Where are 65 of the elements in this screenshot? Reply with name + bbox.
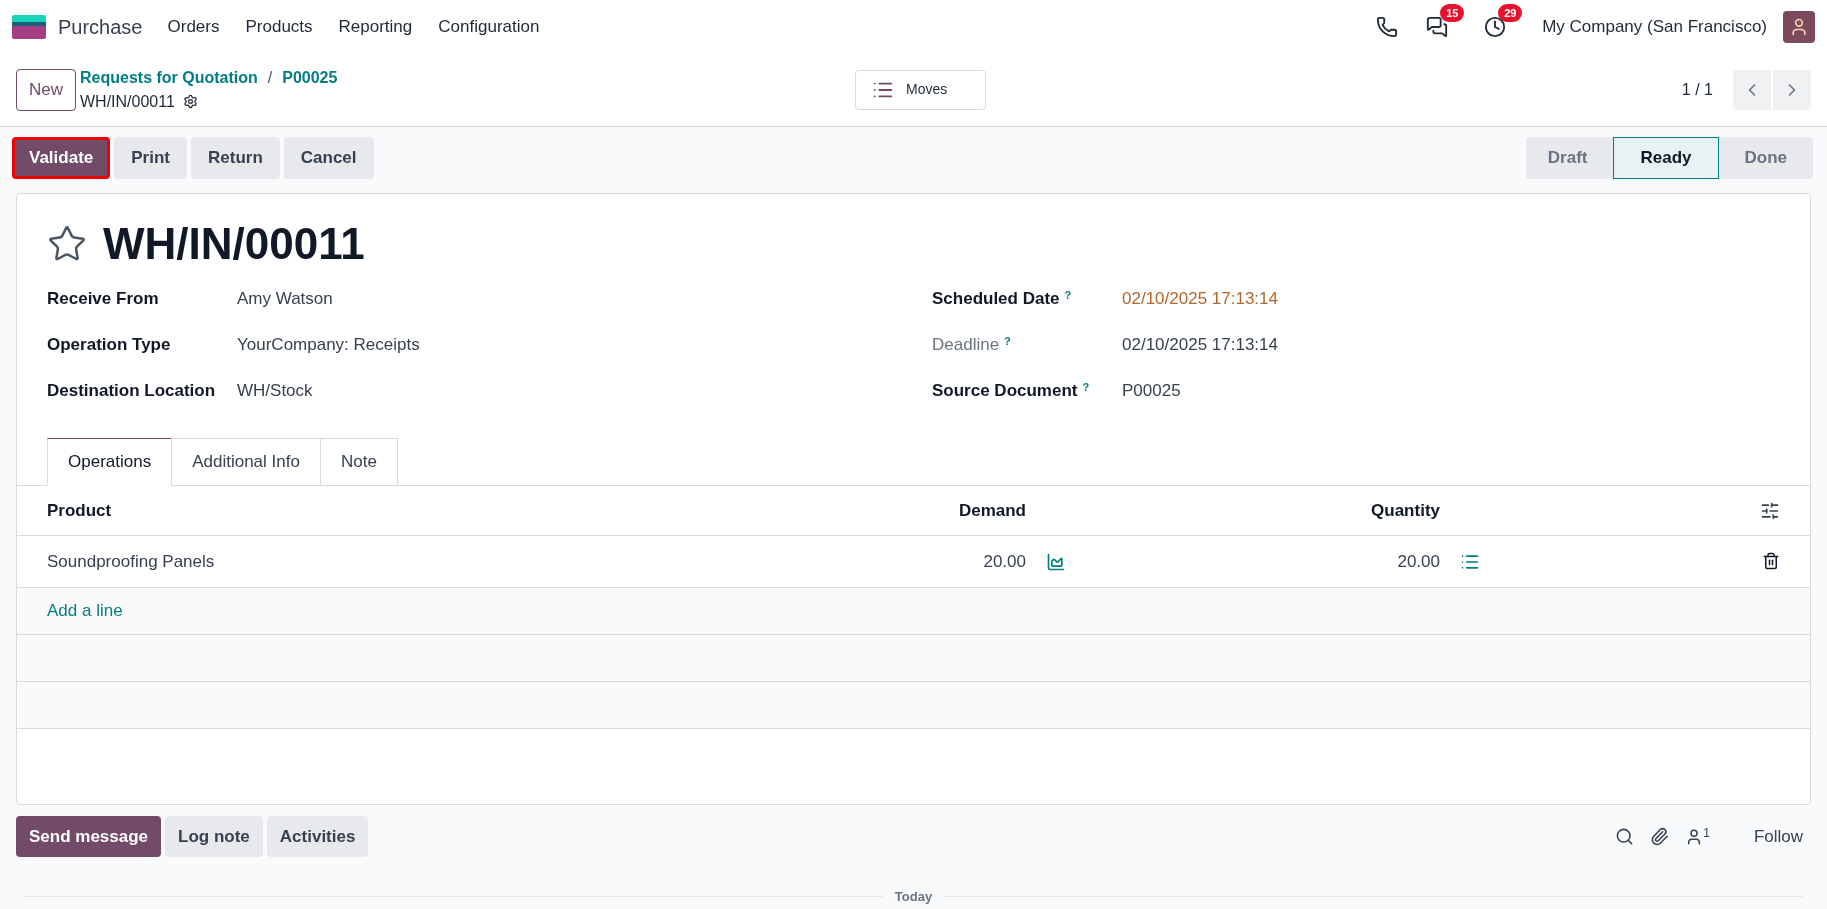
field-label: Source Document $^{?}$ — [932, 379, 1091, 402]
menu-item[interactable]: Orders — [154, 13, 233, 40]
table-cell-text: Soundproofing Panels — [47, 550, 216, 573]
table-cell-text: 20.00 — [982, 550, 1026, 573]
action-button[interactable]: Print — [114, 137, 187, 179]
field-label: Destination Location — [47, 380, 217, 402]
pager-value: 1 / 1 — [1681, 79, 1713, 100]
help-tooltip-mark[interactable]: ? — [1064, 288, 1072, 301]
menu-item[interactable]: Products — [232, 13, 326, 40]
app-logo-icon — [12, 14, 46, 39]
record-title: WH/IN/00011 — [103, 222, 365, 266]
field-label: Receive From — [47, 288, 160, 310]
table-cell-text: 20.00 — [1396, 550, 1440, 573]
breadcrumb-link[interactable]: P00025 — [282, 65, 338, 90]
moves-button[interactable]: Moves — [855, 69, 986, 110]
field-value: P00025 — [1122, 380, 1181, 402]
user-avatar[interactable] — [1783, 10, 1815, 43]
field-label: Operation Type — [47, 334, 172, 356]
date-separator: Today — [894, 888, 933, 906]
field-value: YourCompany: Receipts — [237, 334, 420, 356]
chat-icon[interactable] — [1426, 15, 1449, 38]
status-stage[interactable]: Ready — [1613, 137, 1719, 179]
column-header[interactable]: Quantity — [1026, 497, 1440, 524]
action-button[interactable]: Return — [191, 137, 280, 179]
follow-button[interactable]: Follow — [1745, 823, 1811, 850]
form-tab[interactable]: Additional Info — [171, 438, 321, 486]
search-icon[interactable] — [1615, 827, 1635, 846]
settings-icon[interactable] — [182, 94, 198, 109]
app-name[interactable]: Purchase — [58, 11, 143, 42]
field-value: Amy Watson — [237, 288, 333, 310]
form-tab[interactable]: Note — [319, 438, 398, 486]
status-stage[interactable]: Draft — [1525, 137, 1614, 179]
delete-icon[interactable] — [1762, 551, 1780, 570]
menu-item[interactable]: Configuration — [425, 13, 553, 40]
chatter-button[interactable]: Activities — [266, 816, 369, 857]
action-button[interactable]: Validate — [12, 137, 111, 179]
help-tooltip-mark[interactable]: ? — [1004, 334, 1011, 347]
chatter-button[interactable]: Send message — [16, 816, 162, 857]
help-tooltip-mark[interactable]: ? — [1082, 380, 1090, 393]
breadcrumb-link[interactable]: Requests for Quotation — [80, 65, 258, 90]
field-value: WH/Stock — [237, 380, 313, 402]
chatter-button[interactable]: Log note — [165, 816, 263, 857]
field-value: 02/10/2025 17:13:14 — [1122, 288, 1278, 310]
menu-item[interactable]: Reporting — [325, 13, 426, 40]
clock-icon[interactable] — [1484, 15, 1507, 38]
notification-badge: 29 — [1498, 3, 1523, 22]
status-stage[interactable]: Done — [1718, 137, 1813, 179]
add-line-link[interactable]: Add a line — [47, 598, 123, 624]
forecast-icon[interactable] — [1046, 551, 1066, 572]
breadcrumb-current: WH/IN/00011 — [80, 91, 175, 112]
field-label: Deadline $^{?}$ — [932, 333, 1012, 356]
column-header[interactable]: Demand — [826, 497, 1026, 524]
company-switcher[interactable]: My Company (San Francisco) — [1542, 13, 1767, 40]
column-header[interactable]: Product — [47, 497, 826, 524]
field-label: Scheduled Date $^{?}$ — [932, 287, 1073, 310]
followers-count: 1 — [1703, 824, 1710, 842]
new-button[interactable]: New — [16, 68, 76, 111]
breadcrumb-separator: / — [267, 67, 273, 88]
action-button[interactable]: Cancel — [283, 137, 374, 179]
column-settings-icon[interactable] — [1760, 500, 1780, 521]
paperclip-icon[interactable] — [1650, 827, 1670, 846]
field-value: 02/10/2025 17:13:14 — [1122, 334, 1278, 356]
form-tab[interactable]: Operations — [47, 438, 173, 486]
notification-badge: 15 — [1440, 3, 1465, 22]
phone-icon[interactable] — [1376, 15, 1399, 38]
